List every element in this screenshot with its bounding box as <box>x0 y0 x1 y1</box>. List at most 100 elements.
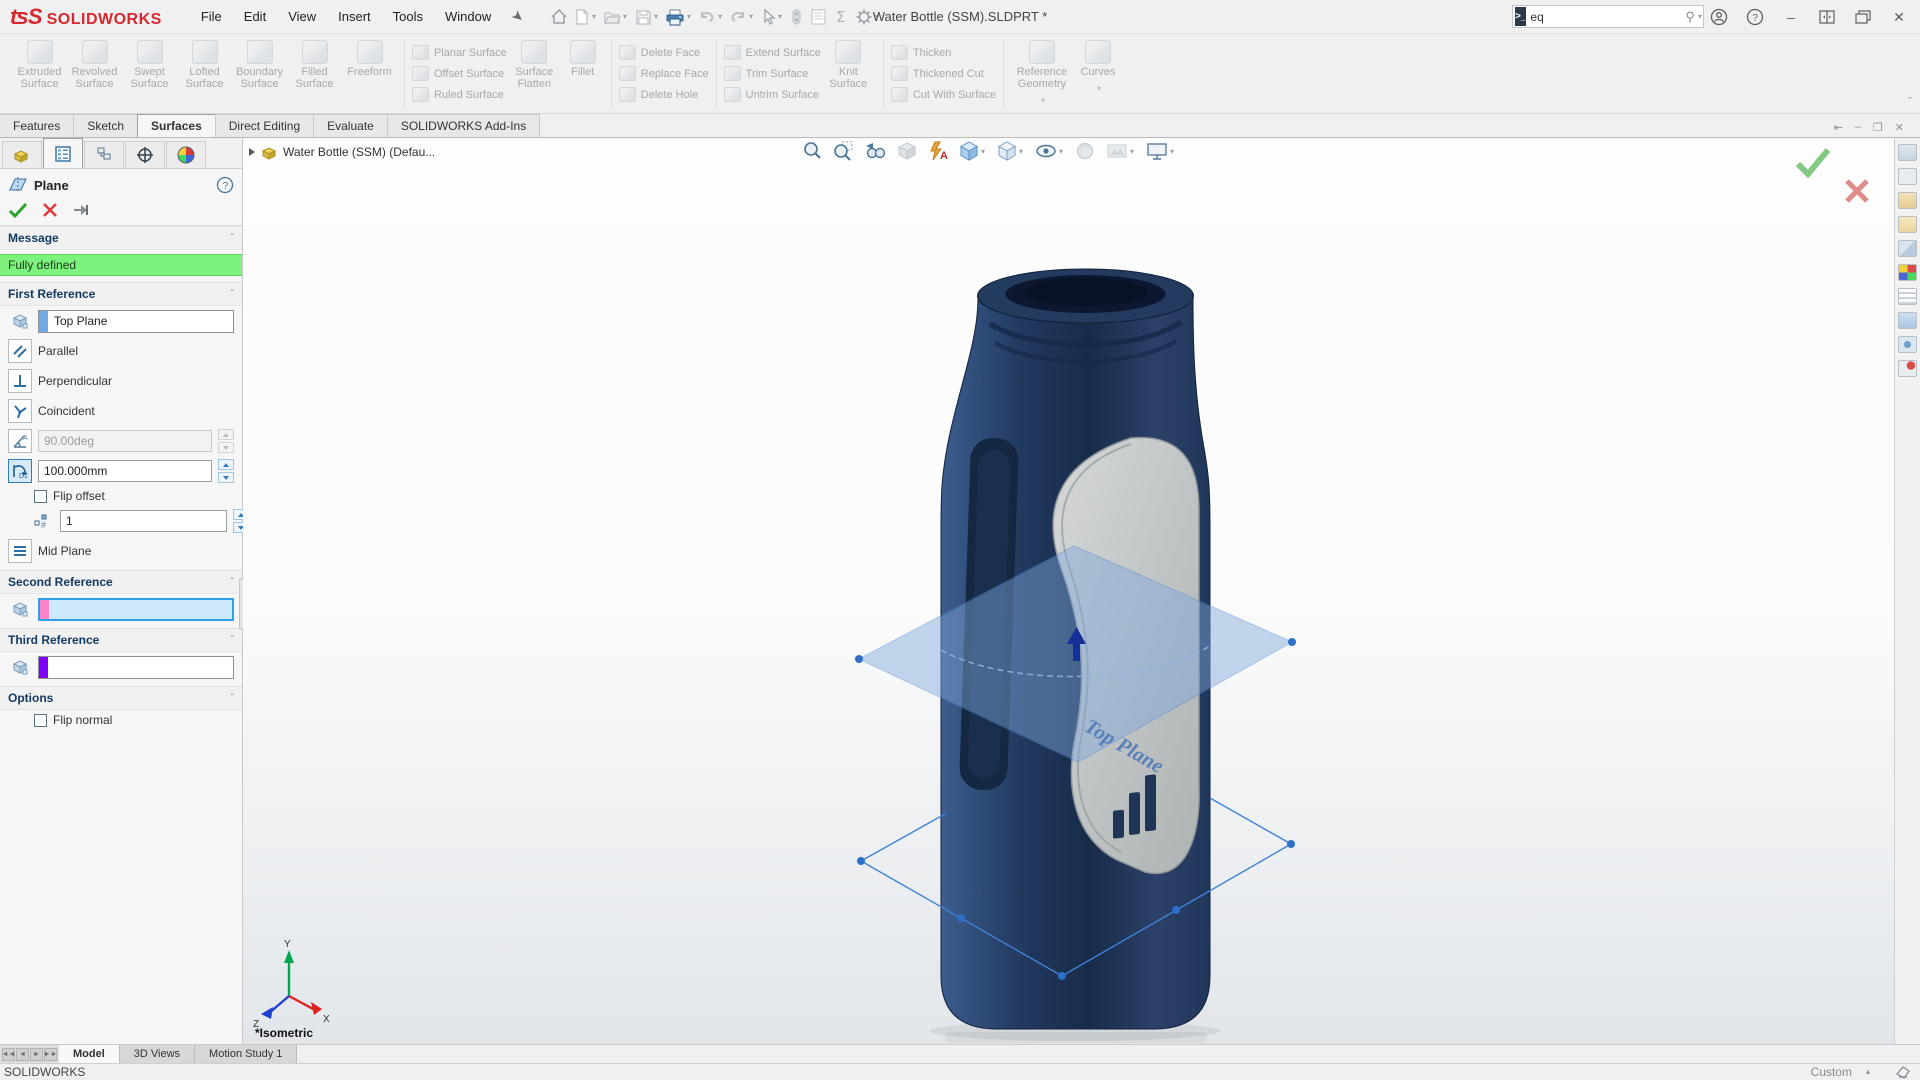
lofted-surface-button[interactable]: Lofted Surface <box>177 37 232 90</box>
planar-surface-button[interactable]: Planar Surface <box>412 45 507 60</box>
hide-show-caret-icon[interactable]: ▾ <box>1059 147 1063 156</box>
edit-appearance-button[interactable] <box>1074 140 1096 162</box>
ok-check-icon[interactable] <box>8 201 28 219</box>
task-3dexperience-icon[interactable] <box>1898 336 1917 353</box>
second-reference-section-header[interactable]: Second Reference ˇ <box>0 570 242 594</box>
replace-face-button[interactable]: Replace Face <box>619 66 709 81</box>
plane-corner-handle[interactable] <box>1288 638 1296 646</box>
task-file-explorer-icon[interactable] <box>1898 216 1917 233</box>
open-document-button[interactable]: ▾ <box>601 5 630 29</box>
surface-flatten-button[interactable]: Surface Flatten <box>507 37 562 90</box>
tab-features[interactable]: Features <box>0 114 74 137</box>
fillet-button[interactable]: Fillet <box>562 37 604 78</box>
properties-button[interactable] <box>807 5 829 29</box>
dynamic-annotation-button[interactable]: A <box>927 140 949 162</box>
curves-caret-icon[interactable]: ▾ <box>1097 84 1101 93</box>
restore-button[interactable] <box>1848 3 1878 31</box>
task-home-icon[interactable] <box>1898 144 1917 161</box>
property-manager-tab[interactable] <box>43 138 83 168</box>
print-button[interactable]: ▾ <box>663 5 694 29</box>
offset-distance-input[interactable] <box>38 460 212 482</box>
flip-offset-row[interactable]: Flip offset <box>26 486 242 506</box>
first-reference-selection-box[interactable]: Top Plane <box>38 310 234 333</box>
delete-hole-button[interactable]: Delete Hole <box>619 87 709 102</box>
scroll-left-button[interactable]: ◄ <box>16 1048 29 1061</box>
zoom-to-fit-button[interactable] <box>801 140 823 162</box>
task-design-library-icon[interactable] <box>1898 192 1917 209</box>
third-reference-selection-box[interactable] <box>38 656 234 679</box>
first-reference-section-header[interactable]: First Reference ˇ <box>0 282 242 306</box>
tab-motion-study[interactable]: Motion Study 1 <box>195 1045 297 1063</box>
selection-filter-button[interactable] <box>787 5 805 29</box>
third-reference-section-header[interactable]: Third Reference ˇ <box>0 628 242 652</box>
scroll-right-button[interactable]: ► <box>30 1048 43 1061</box>
boundary-surface-button[interactable]: Boundary Surface <box>232 37 287 90</box>
scroll-last-button[interactable]: ►► <box>44 1048 57 1061</box>
select-button[interactable]: ▾ <box>758 5 785 29</box>
configuration-manager-tab[interactable] <box>84 141 124 168</box>
plane-corner-handle[interactable] <box>855 655 863 663</box>
delete-face-button[interactable]: Delete Face <box>619 45 709 60</box>
task-custom-properties-icon[interactable] <box>1898 288 1917 305</box>
tab-sketch[interactable]: Sketch <box>73 114 138 137</box>
tag-stamp-icon[interactable] <box>1894 1064 1912 1080</box>
tab-model[interactable]: Model <box>59 1045 120 1063</box>
apply-scene-button[interactable]: ▾ <box>1105 140 1136 162</box>
equations-button[interactable]: Σ <box>831 5 851 29</box>
offset-surface-button[interactable]: Offset Surface <box>412 66 507 81</box>
task-view-palette-icon[interactable] <box>1898 240 1917 257</box>
open-document-caret-icon[interactable]: ▾ <box>623 12 627 21</box>
print-caret-icon[interactable]: ▾ <box>687 12 691 21</box>
apply-scene-caret-icon[interactable]: ▾ <box>1130 147 1134 156</box>
confirmation-corner-ok[interactable] <box>1794 146 1832 183</box>
select-caret-icon[interactable]: ▾ <box>778 12 782 21</box>
graphics-viewport[interactable]: Top Plane <box>243 138 1894 1044</box>
untrim-surface-button[interactable]: Untrim Surface <box>724 87 821 102</box>
pin-icon[interactable] <box>72 202 92 218</box>
tab-direct-editing[interactable]: Direct Editing <box>215 114 314 137</box>
user-account-button[interactable] <box>1704 3 1734 31</box>
ruled-surface-button[interactable]: Ruled Surface <box>412 87 507 102</box>
flip-normal-row[interactable]: Flip normal <box>26 710 242 730</box>
unit-system-selector[interactable]: Custom <box>1811 1065 1852 1079</box>
previous-view-button[interactable] <box>863 140 887 162</box>
reference-geometry-button[interactable]: Reference Geometry▾ <box>1011 37 1073 108</box>
search-caret-icon[interactable]: ▾ <box>1698 12 1702 21</box>
menu-tools[interactable]: Tools <box>382 2 434 31</box>
view-settings-button[interactable]: ▾ <box>1145 140 1176 162</box>
feature-manager-tree-tab[interactable] <box>2 141 42 168</box>
menu-insert[interactable]: Insert <box>327 2 382 31</box>
tab-evaluate[interactable]: Evaluate <box>313 114 388 137</box>
angle-input[interactable] <box>38 430 212 452</box>
zoom-to-area-button[interactable] <box>832 140 854 162</box>
help-button[interactable]: ? <box>1740 3 1770 31</box>
angle-spinner[interactable] <box>218 429 234 453</box>
revolved-surface-button[interactable]: Revolved Surface <box>67 37 122 90</box>
undo-caret-icon[interactable]: ▾ <box>718 12 722 21</box>
mid-plane-row[interactable]: Mid Plane <box>0 536 242 566</box>
extruded-surface-button[interactable]: Extruded Surface <box>12 37 67 90</box>
dimxpert-manager-tab[interactable] <box>125 141 165 168</box>
pm-help-icon[interactable]: ? <box>216 176 234 194</box>
menu-window[interactable]: Window <box>434 2 502 31</box>
menu-edit[interactable]: Edit <box>233 2 277 31</box>
expand-tree-icon[interactable] <box>249 148 255 156</box>
thicken-button[interactable]: Thicken <box>891 45 996 60</box>
tab-3d-views[interactable]: 3D Views <box>120 1045 195 1063</box>
feature-tree-flyout[interactable]: Water Bottle (SSM) (Defau... <box>249 144 435 160</box>
cancel-x-icon[interactable] <box>42 202 58 218</box>
tile-windows-button[interactable] <box>1812 3 1842 31</box>
display-style-caret-icon[interactable]: ▾ <box>1019 147 1023 156</box>
second-reference-selection-box[interactable] <box>38 598 234 621</box>
distance-spinner[interactable] <box>218 459 234 483</box>
task-forum-icon[interactable] <box>1898 312 1917 329</box>
cut-with-surface-button[interactable]: Cut With Surface <box>891 87 996 102</box>
freeform-button[interactable]: Freeform <box>342 37 397 78</box>
task-resources-icon[interactable] <box>1898 168 1917 185</box>
reference-geometry-caret-icon[interactable]: ▾ <box>1041 96 1045 105</box>
flip-offset-checkbox[interactable] <box>34 490 47 503</box>
view-orientation-caret-icon[interactable]: ▾ <box>981 147 985 156</box>
doc-close-icon[interactable]: ✕ <box>1895 121 1904 134</box>
confirmation-corner-cancel[interactable] <box>1844 178 1870 209</box>
menu-view[interactable]: View <box>277 2 327 31</box>
